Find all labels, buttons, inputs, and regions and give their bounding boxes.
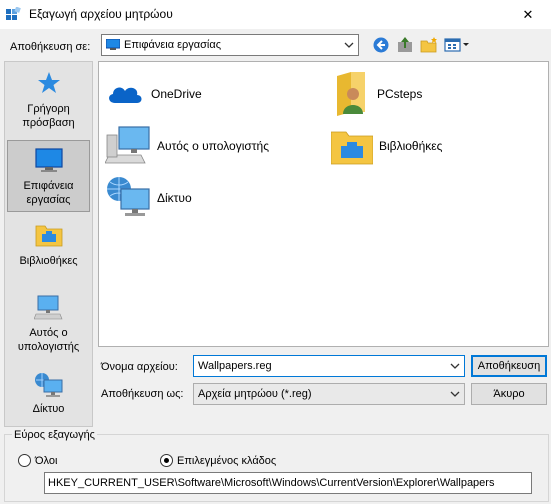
onedrive-cloud-icon [109,87,142,103]
this-pc-icon [33,295,62,320]
up-folder-icon[interactable] [396,36,414,54]
key-path-value: HKEY_CURRENT_USER\Software\Microsoft\Win… [48,477,495,489]
close-icon: ✕ [522,6,534,22]
list-item-pcsteps[interactable]: PCsteps [331,70,422,118]
place-network[interactable]: Δίκτυο [7,372,90,422]
chevron-down-icon [450,391,460,397]
registry-editor-icon [6,7,21,20]
place-this-pc[interactable]: Αυτός ο υπολογιστής [7,294,90,358]
radio-selected-branch[interactable]: Επιλεγμένος κλάδος [160,454,276,467]
libraries-icon [35,225,62,247]
list-item-this-pc[interactable]: Αυτός ο υπολογιστής [105,122,269,170]
radio-all-label: Όλοι [35,454,58,467]
place-quick-access[interactable]: Γρήγορη πρόσβαση [7,70,90,138]
radio-all[interactable]: Όλοι [18,454,57,467]
list-item-label: Αυτός ο υπολογιστής [157,139,269,153]
network-globe-icon [107,177,150,216]
close-button[interactable]: ✕ [505,0,551,29]
desktop-icon [34,148,63,172]
savetype-value: Αρχεία μητρώου (*.reg) [198,388,312,400]
place-label: Βιβλιοθήκες [19,255,78,267]
libraries-folder-icon [331,131,373,165]
back-icon[interactable] [372,36,390,54]
list-item-libraries[interactable]: Βιβλιοθήκες [331,122,442,170]
filename-label: Όνομα αρχείου: [101,361,178,373]
place-label: Επιφάνεια εργασίας [23,180,74,206]
list-item-label: PCsteps [377,87,423,101]
list-item-label: Βιβλιοθήκες [379,139,443,153]
chevron-down-icon [344,42,354,48]
place-libraries[interactable]: Βιβλιοθήκες [7,222,90,274]
desktop-icon [106,39,120,50]
list-item-onedrive[interactable]: OneDrive [105,70,202,118]
window-title: Εξαγωγή αρχείου μητρώου [29,7,173,21]
network-icon [34,373,62,397]
list-item-label: OneDrive [151,87,202,101]
key-path-input[interactable]: HKEY_CURRENT_USER\Software\Microsoft\Win… [44,472,532,494]
title-bar: Εξαγωγή αρχείου μητρώου ✕ [0,0,551,29]
radio-selected-branch-label: Επιλεγμένος κλάδος [177,454,277,467]
user-folder-icon [337,72,365,116]
save-in-label: Αποθήκευση σε: [10,41,91,53]
export-range-title: Εύρος εξαγωγής [12,428,97,442]
radio-selected-branch-circle[interactable] [160,454,173,467]
new-folder-icon[interactable] [420,36,438,54]
save-button[interactable]: Αποθήκευση [471,355,547,377]
file-list[interactable]: OneDrive PCsteps Αυτός ο υπολογιστής Βιβ… [98,61,549,347]
save-in-dropdown[interactable]: Επιφάνεια εργασίας [101,34,359,56]
filename-input[interactable]: Wallpapers.reg [193,355,465,377]
list-item-network[interactable]: Δίκτυο [105,174,192,222]
computer-icon [105,126,150,164]
place-desktop[interactable]: Επιφάνεια εργασίας [7,140,90,212]
cancel-button[interactable]: Άκυρο [471,383,547,405]
place-label: Δίκτυο [32,403,65,415]
chevron-down-icon [450,363,460,369]
view-menu-icon[interactable] [444,36,470,54]
savetype-dropdown[interactable]: Αρχεία μητρώου (*.reg) [193,383,465,405]
list-item-label: Δίκτυο [157,191,192,205]
place-label: Αυτός ο υπολογιστής [17,327,80,353]
place-label: Γρήγορη πρόσβαση [22,103,75,129]
quick-access-star-icon [37,72,60,93]
places-bar: Γρήγορη πρόσβαση Επιφάνεια εργασίας Βιβλ… [4,61,93,427]
save-in-value: Επιφάνεια εργασίας [124,39,222,51]
savetype-label: Αποθήκευση ως: [101,388,184,400]
radio-all-circle[interactable] [18,454,31,467]
filename-value: Wallpapers.reg [198,360,272,372]
